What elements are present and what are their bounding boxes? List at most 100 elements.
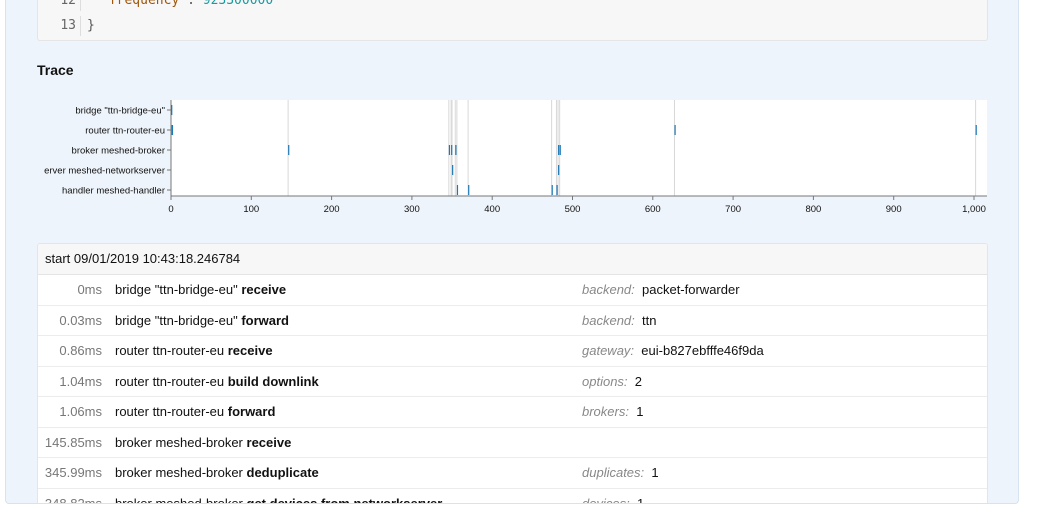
- trace-event-mark: [288, 145, 290, 155]
- event-actor-cell: router ttn-router-eu forward: [115, 397, 275, 427]
- x-tick-label: 700: [725, 204, 741, 215]
- x-tick-label: 600: [645, 204, 661, 215]
- line-number: 12: [38, 0, 81, 11]
- table-row: 0.86ms router ttn-router-eu receive gatewa…: [38, 336, 987, 367]
- plot-area: [171, 100, 987, 196]
- trace-title: Trace: [37, 62, 74, 78]
- event-actor: broker meshed-broker: [115, 495, 243, 504]
- event-name: get devices from networkserver: [246, 495, 443, 504]
- x-tick-label: 900: [886, 204, 902, 215]
- x-tick-label: 500: [565, 204, 581, 215]
- table-row: 0ms bridge "ttn-bridge-eu" receive backend…: [38, 275, 987, 306]
- detail-key: backend:: [582, 282, 635, 297]
- y-tick-label: broker meshed-broker: [72, 146, 165, 157]
- event-actor-cell: router ttn-router-eu build downlink: [115, 367, 319, 397]
- detail-key: devices:: [582, 495, 630, 504]
- event-detail: duplicates: 1: [582, 458, 659, 488]
- trace-event-mark: [558, 165, 560, 175]
- table-row: 1.04ms router ttn-router-eu build downlin…: [38, 367, 987, 397]
- event-actor: broker meshed-broker: [115, 434, 243, 450]
- trace-start-header: start 09/01/2019 10:43:18.246784: [38, 244, 987, 275]
- line-number: 13: [38, 16, 81, 36]
- table-row: 1.06ms router ttn-router-eu forward broker…: [38, 397, 987, 428]
- code-key: "frequency": [101, 0, 188, 8]
- event-name: deduplicate: [246, 465, 319, 480]
- message-detail-panel: 12 "frequency": 923300000 13} Trace bridg…: [5, 0, 1019, 504]
- event-name: forward: [227, 404, 276, 419]
- trace-event-mark: [451, 145, 453, 155]
- trace-chart: bridge "ttn-bridge-eu" router ttn-router-…: [6, 96, 1018, 226]
- detail-key: brokers:: [582, 404, 629, 419]
- trace-log-rows: 0ms bridge "ttn-bridge-eu" receive backend…: [38, 275, 987, 504]
- x-tick-label: 800: [805, 204, 821, 215]
- trace-event-mark: [456, 185, 459, 195]
- trace-chart-svg: bridge "ttn-bridge-eu" router ttn-router-…: [44, 100, 987, 215]
- y-tick-label: router ttn-router-eu: [85, 126, 165, 137]
- event-actor-cell: bridge "ttn-bridge-eu" forward: [115, 306, 289, 336]
- event-name: receive: [227, 343, 273, 358]
- x-tick-label: 0: [168, 204, 173, 215]
- event-time: 0.86ms: [59, 343, 102, 358]
- trace-event-mark: [558, 145, 560, 155]
- detail-value: 1: [636, 404, 644, 419]
- y-tick-label: bridge "ttn-bridge-eu": [75, 106, 165, 117]
- event-actor: router ttn-router-eu: [115, 373, 225, 389]
- detail-value: 2: [634, 373, 643, 389]
- trace-event-mark: [455, 145, 457, 155]
- event-detail: backend: ttn: [582, 306, 656, 336]
- event-name: build downlink: [227, 373, 319, 389]
- event-time: 0ms: [77, 282, 102, 297]
- event-name: forward: [241, 312, 289, 328]
- trace-event-mark: [448, 145, 451, 155]
- json-code-block: 12 "frequency": 923300000 13}: [37, 0, 988, 41]
- table-row: 348.82ms broker meshed-broker get devices…: [38, 489, 987, 504]
- trace-event-mark: [171, 125, 174, 135]
- event-actor: bridge "ttn-bridge-eu": [115, 282, 238, 297]
- x-tick-label: 400: [484, 204, 500, 215]
- code-value: 923300000: [202, 0, 274, 8]
- event-name: receive: [241, 282, 287, 297]
- detail-key: options:: [582, 373, 628, 389]
- detail-value: eui-b827ebfffe46f9da: [641, 343, 764, 358]
- detail-value: 1: [651, 465, 659, 480]
- x-tick-label: 100: [243, 204, 259, 215]
- event-time: 1.04ms: [59, 373, 102, 389]
- trace-event-mark: [171, 105, 173, 115]
- event-detail: backend: packet-forwarder: [582, 275, 740, 305]
- code-brace: }: [87, 18, 95, 33]
- event-detail: gateway: eui-b827ebfffe46f9da: [582, 336, 764, 366]
- event-detail: devices: 1: [582, 489, 644, 504]
- event-time: 1.06ms: [59, 404, 102, 419]
- event-time: 0.03ms: [59, 312, 102, 328]
- y-tick-label: handler meshed-handler: [62, 186, 165, 197]
- x-tick-label: 1,000: [962, 204, 986, 215]
- table-row: 0.03ms bridge "ttn-bridge-eu" forward back…: [38, 306, 987, 336]
- trace-event-mark: [559, 145, 561, 155]
- code-line: 13}: [38, 16, 987, 36]
- event-time: 345.99ms: [44, 465, 102, 480]
- event-detail: options: 2: [582, 367, 642, 397]
- x-tick-label: 300: [404, 204, 420, 215]
- x-tick-label: 200: [324, 204, 340, 215]
- event-actor: bridge "ttn-bridge-eu": [115, 312, 238, 328]
- detail-value: packet-forwarder: [642, 282, 740, 297]
- trace-log-table: start 09/01/2019 10:43:18.246784 0ms brid…: [37, 243, 988, 504]
- event-actor-cell: broker meshed-broker get devices from ne…: [115, 489, 443, 504]
- trace-event-mark: [452, 165, 454, 175]
- table-row: 345.99ms broker meshed-broker deduplicate…: [38, 458, 987, 489]
- y-tick-label: erver meshed-networkserver: [44, 166, 165, 177]
- code-line: 12 "frequency": 923300000: [38, 0, 987, 11]
- detail-value: ttn: [642, 312, 657, 328]
- event-name: receive: [246, 434, 292, 450]
- event-detail: brokers: 1: [582, 397, 643, 427]
- event-actor: broker meshed-broker: [115, 465, 243, 480]
- event-detail: [582, 428, 586, 458]
- table-row: 145.85ms broker meshed-broker receive: [38, 428, 987, 458]
- trace-event-mark: [674, 125, 676, 135]
- event-actor-cell: broker meshed-broker receive: [115, 428, 291, 458]
- trace-event-mark: [551, 185, 553, 195]
- event-time: 145.85ms: [44, 434, 102, 450]
- event-actor: router ttn-router-eu: [115, 404, 225, 419]
- event-actor-cell: router ttn-router-eu receive: [115, 336, 273, 366]
- detail-key: backend:: [582, 312, 635, 328]
